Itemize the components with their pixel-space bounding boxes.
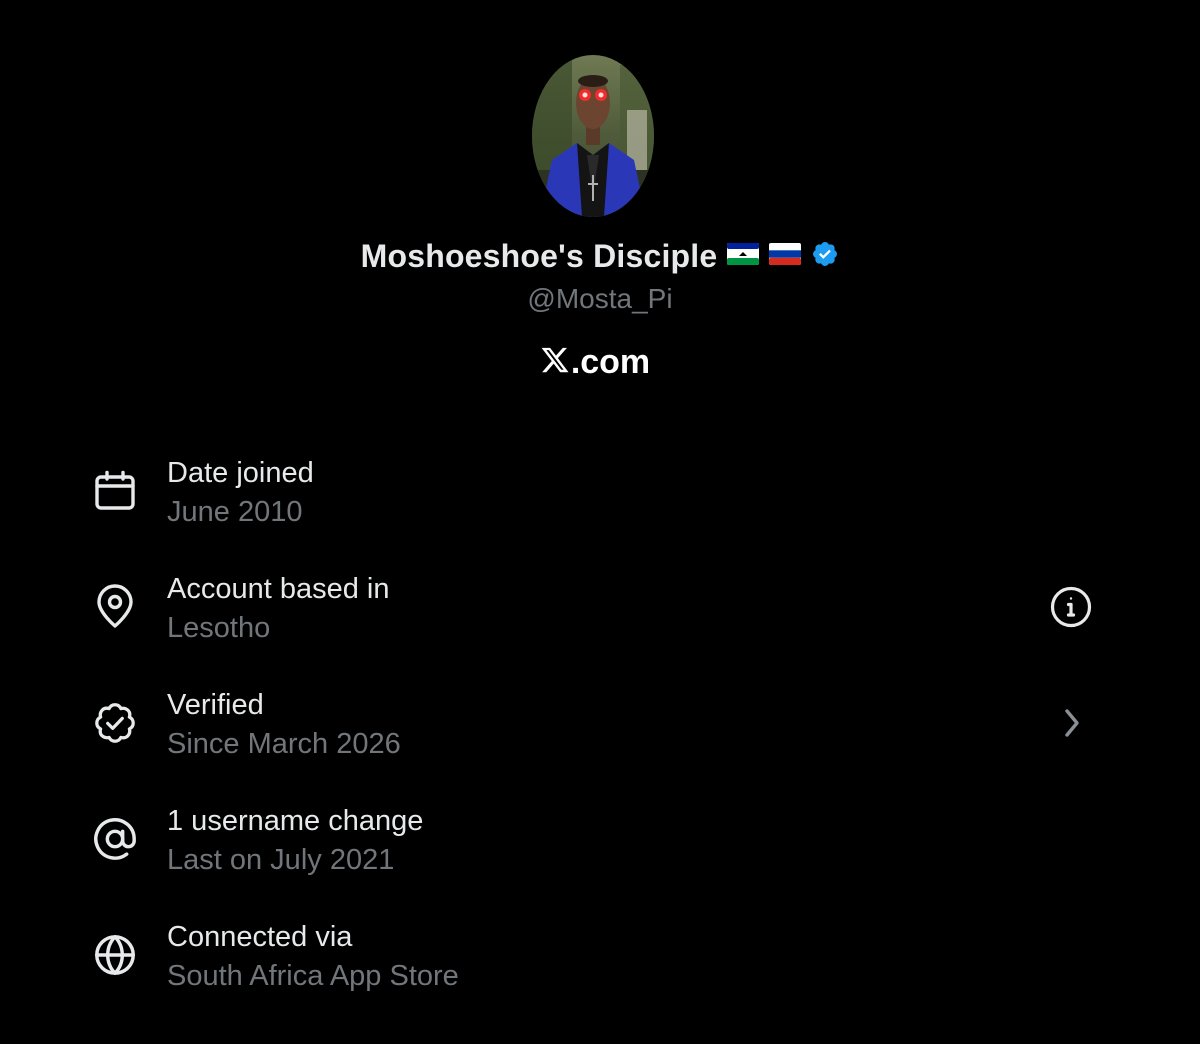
avatar[interactable] <box>532 55 654 217</box>
site-link[interactable]: .com <box>0 343 1190 382</box>
globe-icon <box>92 932 138 978</box>
chevron-right-icon[interactable] <box>1048 700 1094 746</box>
row-subtitle: Lesotho <box>167 612 271 644</box>
row-text: Verified Since March 2026 <box>167 686 401 764</box>
row-title: Verified <box>167 689 264 721</box>
info-row-account-based-in: Account based in Lesotho <box>0 564 1200 680</box>
info-icon[interactable] <box>1048 584 1094 630</box>
row-subtitle: Since March 2026 <box>167 728 401 760</box>
row-title: Date joined <box>167 457 314 489</box>
row-title: 1 username change <box>167 805 424 837</box>
lesotho-flag-icon <box>727 243 760 270</box>
row-text: Connected via South Africa App Store <box>167 918 459 996</box>
row-text: Date joined June 2010 <box>167 454 314 532</box>
row-title: Account based in <box>167 573 390 605</box>
info-row-verified[interactable]: Verified Since March 2026 <box>0 680 1200 796</box>
info-row-date-joined: Date joined June 2010 <box>0 448 1200 564</box>
avatar-photo <box>532 55 654 217</box>
account-info-list: Date joined June 2010 Account based in L… <box>0 448 1200 1028</box>
row-subtitle: June 2010 <box>167 496 303 528</box>
location-pin-icon <box>92 584 138 630</box>
info-row-username-change: 1 username change Last on July 2021 <box>0 796 1200 912</box>
at-sign-icon <box>92 816 138 862</box>
verified-badge-icon[interactable] <box>811 240 839 273</box>
calendar-icon <box>92 468 138 514</box>
verified-check-icon <box>92 700 138 746</box>
row-text: Account based in Lesotho <box>167 570 389 648</box>
display-name-row: Moshoeshoe's Disciple <box>0 238 1200 275</box>
site-domain: .com <box>570 343 651 381</box>
info-row-connected-via: Connected via South Africa App Store <box>0 912 1200 1028</box>
x-logo-icon <box>540 345 570 380</box>
russia-flag-icon <box>769 243 802 270</box>
row-subtitle: Last on July 2021 <box>167 844 395 876</box>
row-subtitle: South Africa App Store <box>167 960 459 992</box>
row-text: 1 username change Last on July 2021 <box>167 802 423 880</box>
display-name: Moshoeshoe's Disciple <box>360 238 718 274</box>
row-title: Connected via <box>167 921 353 953</box>
handle: @Mosta_Pi <box>527 283 673 314</box>
